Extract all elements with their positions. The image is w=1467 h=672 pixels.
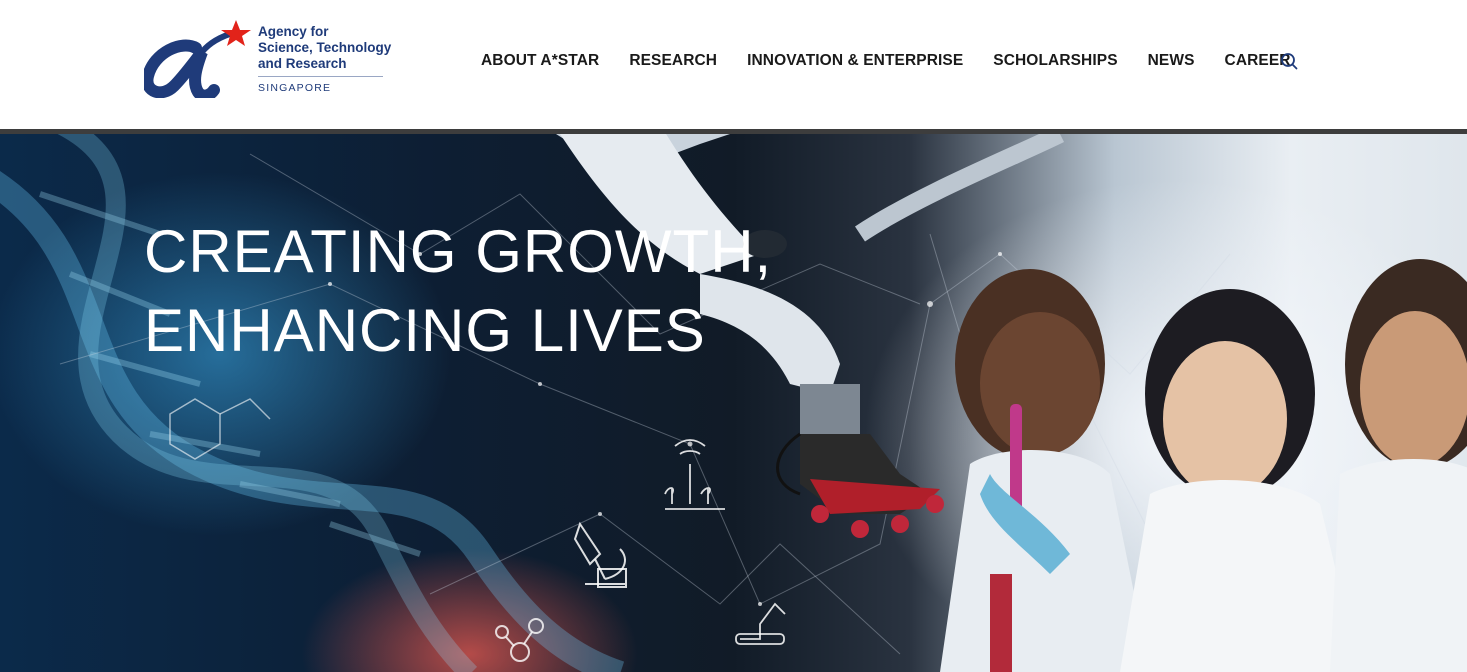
hero-title-line1: CREATING GROWTH,	[144, 218, 773, 285]
site-header: Agency for Science, Technology and Resea…	[0, 0, 1467, 129]
astar-logo-mark-icon	[144, 20, 251, 98]
hero-title: CREATING GROWTH, ENHANCING LIVES	[144, 212, 772, 370]
nav-innovation-enterprise[interactable]: INNOVATION & ENTERPRISE	[732, 52, 978, 70]
robot-icon	[735, 602, 786, 645]
microscope-icon	[573, 521, 627, 588]
nav-scholarships[interactable]: SCHOLARSHIPS	[978, 52, 1132, 70]
nav-research[interactable]: RESEARCH	[614, 52, 732, 70]
astar-logo[interactable]: Agency for Science, Technology and Resea…	[144, 18, 392, 98]
logo-text-line1: Agency for	[258, 24, 329, 39]
main-nav: ABOUT A*STAR RESEARCH INNOVATION & ENTER…	[466, 48, 1306, 74]
nav-about[interactable]: ABOUT A*STAR	[466, 52, 614, 70]
logo-text-line3: and Research	[258, 56, 347, 71]
plant-sensor-icon	[664, 439, 725, 510]
hero-banner: CREATING GROWTH, ENHANCING LIVES	[0, 134, 1467, 672]
logo-divider	[258, 76, 383, 77]
logo-text-line2: Science, Technology	[258, 40, 392, 55]
hero-title-line2: ENHANCING LIVES	[144, 297, 706, 364]
search-icon	[1281, 53, 1298, 70]
logo-country: SINGAPORE	[258, 82, 332, 94]
search-button[interactable]	[1278, 50, 1300, 72]
scientists-photo	[940, 259, 1467, 672]
nav-news[interactable]: NEWS	[1133, 52, 1210, 70]
